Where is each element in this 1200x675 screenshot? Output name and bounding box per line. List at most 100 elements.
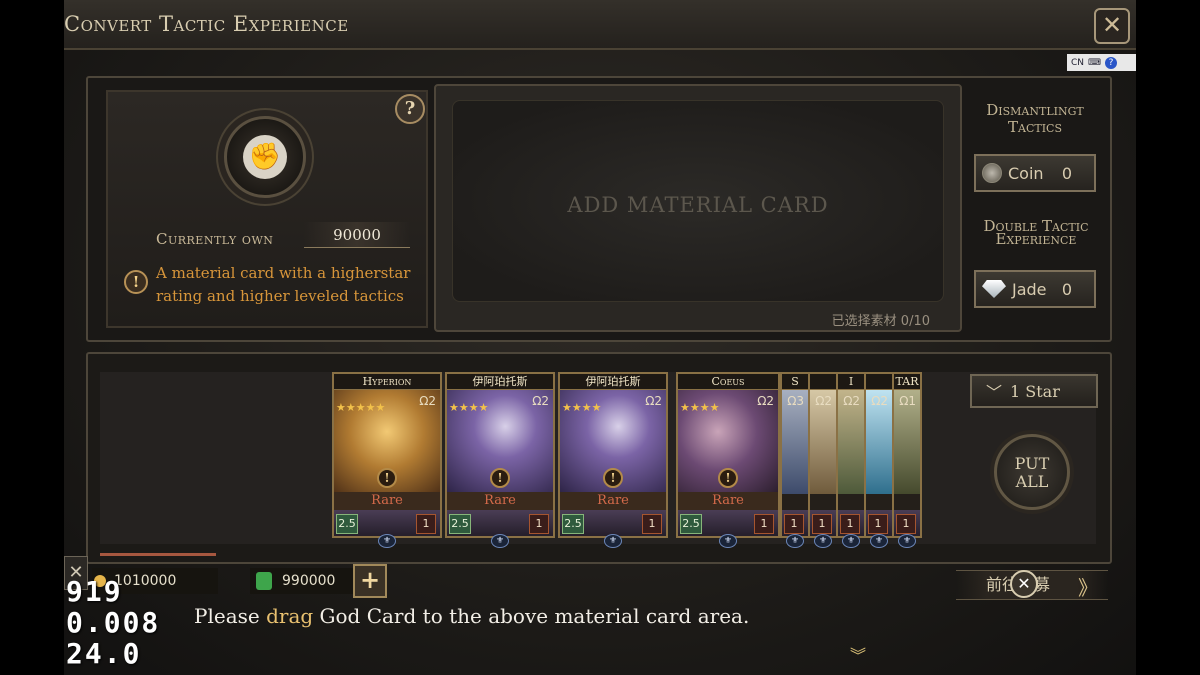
- debug-overlay: 919 0.008 24.0: [66, 576, 160, 669]
- card-rarity: Rare: [447, 492, 553, 510]
- jade-label: Jade: [1012, 279, 1047, 299]
- star-rating-icon: ★★★★: [449, 400, 488, 415]
- double-arrow-icon[interactable]: 》: [1078, 572, 1098, 601]
- card-level: 1: [754, 514, 774, 534]
- faction-icon: ⚜: [786, 534, 804, 548]
- faction-icon: ⚜: [898, 534, 916, 548]
- card-level: 1: [840, 514, 860, 534]
- card-name: Hyperion: [334, 374, 440, 390]
- tactic-emblem: ✊: [224, 116, 306, 198]
- hint-before: Please: [194, 604, 267, 628]
- material-drop-zone[interactable]: ADD MATERIAL CARD: [452, 100, 944, 302]
- keyboard-icon[interactable]: ⌨: [1088, 58, 1101, 68]
- card-name: 伊阿珀托斯: [447, 374, 553, 390]
- card-name: S: [782, 374, 808, 390]
- add-currency-button[interactable]: +: [353, 564, 387, 598]
- card-level: 1: [784, 514, 804, 534]
- omega-rank: Ω2: [645, 394, 662, 408]
- currently-own-label: Currently own: [156, 230, 274, 248]
- god-card[interactable]: 伊阿珀托斯 Ω2 ★★★★! Rare 2.5 1: [445, 372, 555, 538]
- card-alert-icon: !: [490, 468, 510, 488]
- star-rating-icon: ★★★★: [562, 400, 601, 415]
- omega-rank: Ω2: [419, 394, 436, 408]
- star-filter-dropdown[interactable]: ﹀ 1 Star: [970, 374, 1098, 408]
- card-level: 1: [416, 514, 436, 534]
- debug-line-2: 0.008: [66, 606, 161, 639]
- tactic-info-panel: ✊ ? Currently own 90000 ! A material car…: [106, 90, 428, 328]
- god-card[interactable]: Hyperion Ω2 ★★★★★! Rare 2.5 1: [332, 372, 442, 538]
- god-card[interactable]: Coeus Ω2 ★★★★! Rare 2.5 1: [676, 372, 780, 538]
- dismantling-tactics-title: Dismantlingt Tactics: [986, 101, 1084, 136]
- faction-icon: ⚜: [842, 534, 860, 548]
- jade-value: 0: [1061, 279, 1072, 299]
- scroll-progress-bar: [100, 553, 216, 556]
- put-all-line2: ALL: [1015, 472, 1049, 491]
- debug-line-1: 919: [66, 575, 123, 608]
- faction-icon: ⚜: [604, 534, 622, 548]
- jade-diamond-icon: [982, 280, 1006, 298]
- card-alert-icon: !: [718, 468, 738, 488]
- star-filter-label: 1 Star: [1010, 381, 1060, 401]
- material-card-area[interactable]: ADD MATERIAL CARD 已选择素材 0/10: [434, 84, 962, 332]
- recruit-close-icon[interactable]: ✕: [1010, 570, 1038, 598]
- card-power: 2.5: [562, 514, 584, 534]
- jade-button[interactable]: Jade 0: [974, 270, 1096, 308]
- faction-icon: ⚜: [870, 534, 888, 548]
- game-screen: Convert Tactic Experience ✕ CN ⌨ ? ✊ ? C…: [64, 0, 1136, 675]
- star-rating-icon: ★★★★★: [336, 400, 385, 415]
- card-alert-icon: !: [377, 468, 397, 488]
- gem-value: 990000: [282, 573, 336, 589]
- warning-text: A material card with a higherstar rating…: [156, 264, 411, 305]
- hint-highlight: drag: [266, 604, 314, 628]
- omega-rank: Ω2: [871, 394, 888, 408]
- card-name: [866, 374, 892, 390]
- coin-icon: [982, 163, 1002, 183]
- omega-rank: Ω2: [843, 394, 860, 408]
- star-rating-icon: ★★★★: [680, 400, 719, 415]
- help-button[interactable]: ?: [395, 94, 425, 124]
- card-alert-icon: !: [603, 468, 623, 488]
- card-power: 2.5: [680, 514, 702, 534]
- ime-mode[interactable]: CN: [1071, 58, 1084, 68]
- selected-material-count: 已选择素材 0/10: [831, 314, 930, 329]
- coin-button[interactable]: Coin 0: [974, 154, 1096, 192]
- god-card[interactable]: 伊阿珀托斯 Ω2 ★★★★! Rare 2.5 1: [558, 372, 668, 538]
- card-level: 1: [812, 514, 832, 534]
- card-name: TAR: [894, 374, 920, 390]
- card-level: 1: [868, 514, 888, 534]
- card-level: 1: [529, 514, 549, 534]
- currently-own-value: 90000: [304, 222, 410, 248]
- coin-label: Coin: [1008, 163, 1044, 183]
- card-power: 2.5: [336, 514, 358, 534]
- double-tactic-experience-title: Double Tactic Experience: [983, 217, 1089, 248]
- coin-value: 0: [1061, 163, 1072, 183]
- hint-after: God Card to the above material card area…: [313, 604, 750, 628]
- card-name: Coeus: [678, 374, 778, 390]
- faction-icon: ⚜: [814, 534, 832, 548]
- card-rarity: Rare: [334, 492, 440, 510]
- ime-toolbar[interactable]: CN ⌨ ?: [1067, 54, 1136, 71]
- debug-line-3: 24.0: [66, 637, 142, 670]
- chevron-down-icon: ﹀: [986, 383, 1003, 402]
- omega-rank: Ω2: [757, 394, 774, 408]
- warning-icon: !: [124, 270, 148, 294]
- god-card[interactable]: TAR Ω1 1: [892, 372, 922, 538]
- god-card[interactable]: S Ω3 1: [780, 372, 810, 538]
- put-all-line1: PUT: [1014, 454, 1050, 473]
- omega-rank: Ω2: [815, 394, 832, 408]
- god-card[interactable]: I Ω2 1: [836, 372, 866, 538]
- god-card[interactable]: Ω2 1: [864, 372, 894, 538]
- omega-rank: Ω2: [532, 394, 549, 408]
- card-level: 1: [896, 514, 916, 534]
- faction-icon: ⚜: [378, 534, 396, 548]
- window-title: Convert Tactic Experience: [64, 12, 349, 36]
- ime-help-icon[interactable]: ?: [1105, 56, 1118, 69]
- card-name: 伊阿珀托斯: [560, 374, 666, 390]
- expand-chevron-icon[interactable]: ︾: [850, 642, 866, 666]
- god-card[interactable]: Ω2 1: [808, 372, 838, 538]
- card-name: I: [838, 374, 864, 390]
- title-bar: Convert Tactic Experience ✕: [64, 0, 1136, 50]
- gem-counter: 990000: [250, 568, 356, 594]
- put-all-button[interactable]: PUT ALL: [994, 434, 1070, 510]
- close-button[interactable]: ✕: [1094, 8, 1130, 44]
